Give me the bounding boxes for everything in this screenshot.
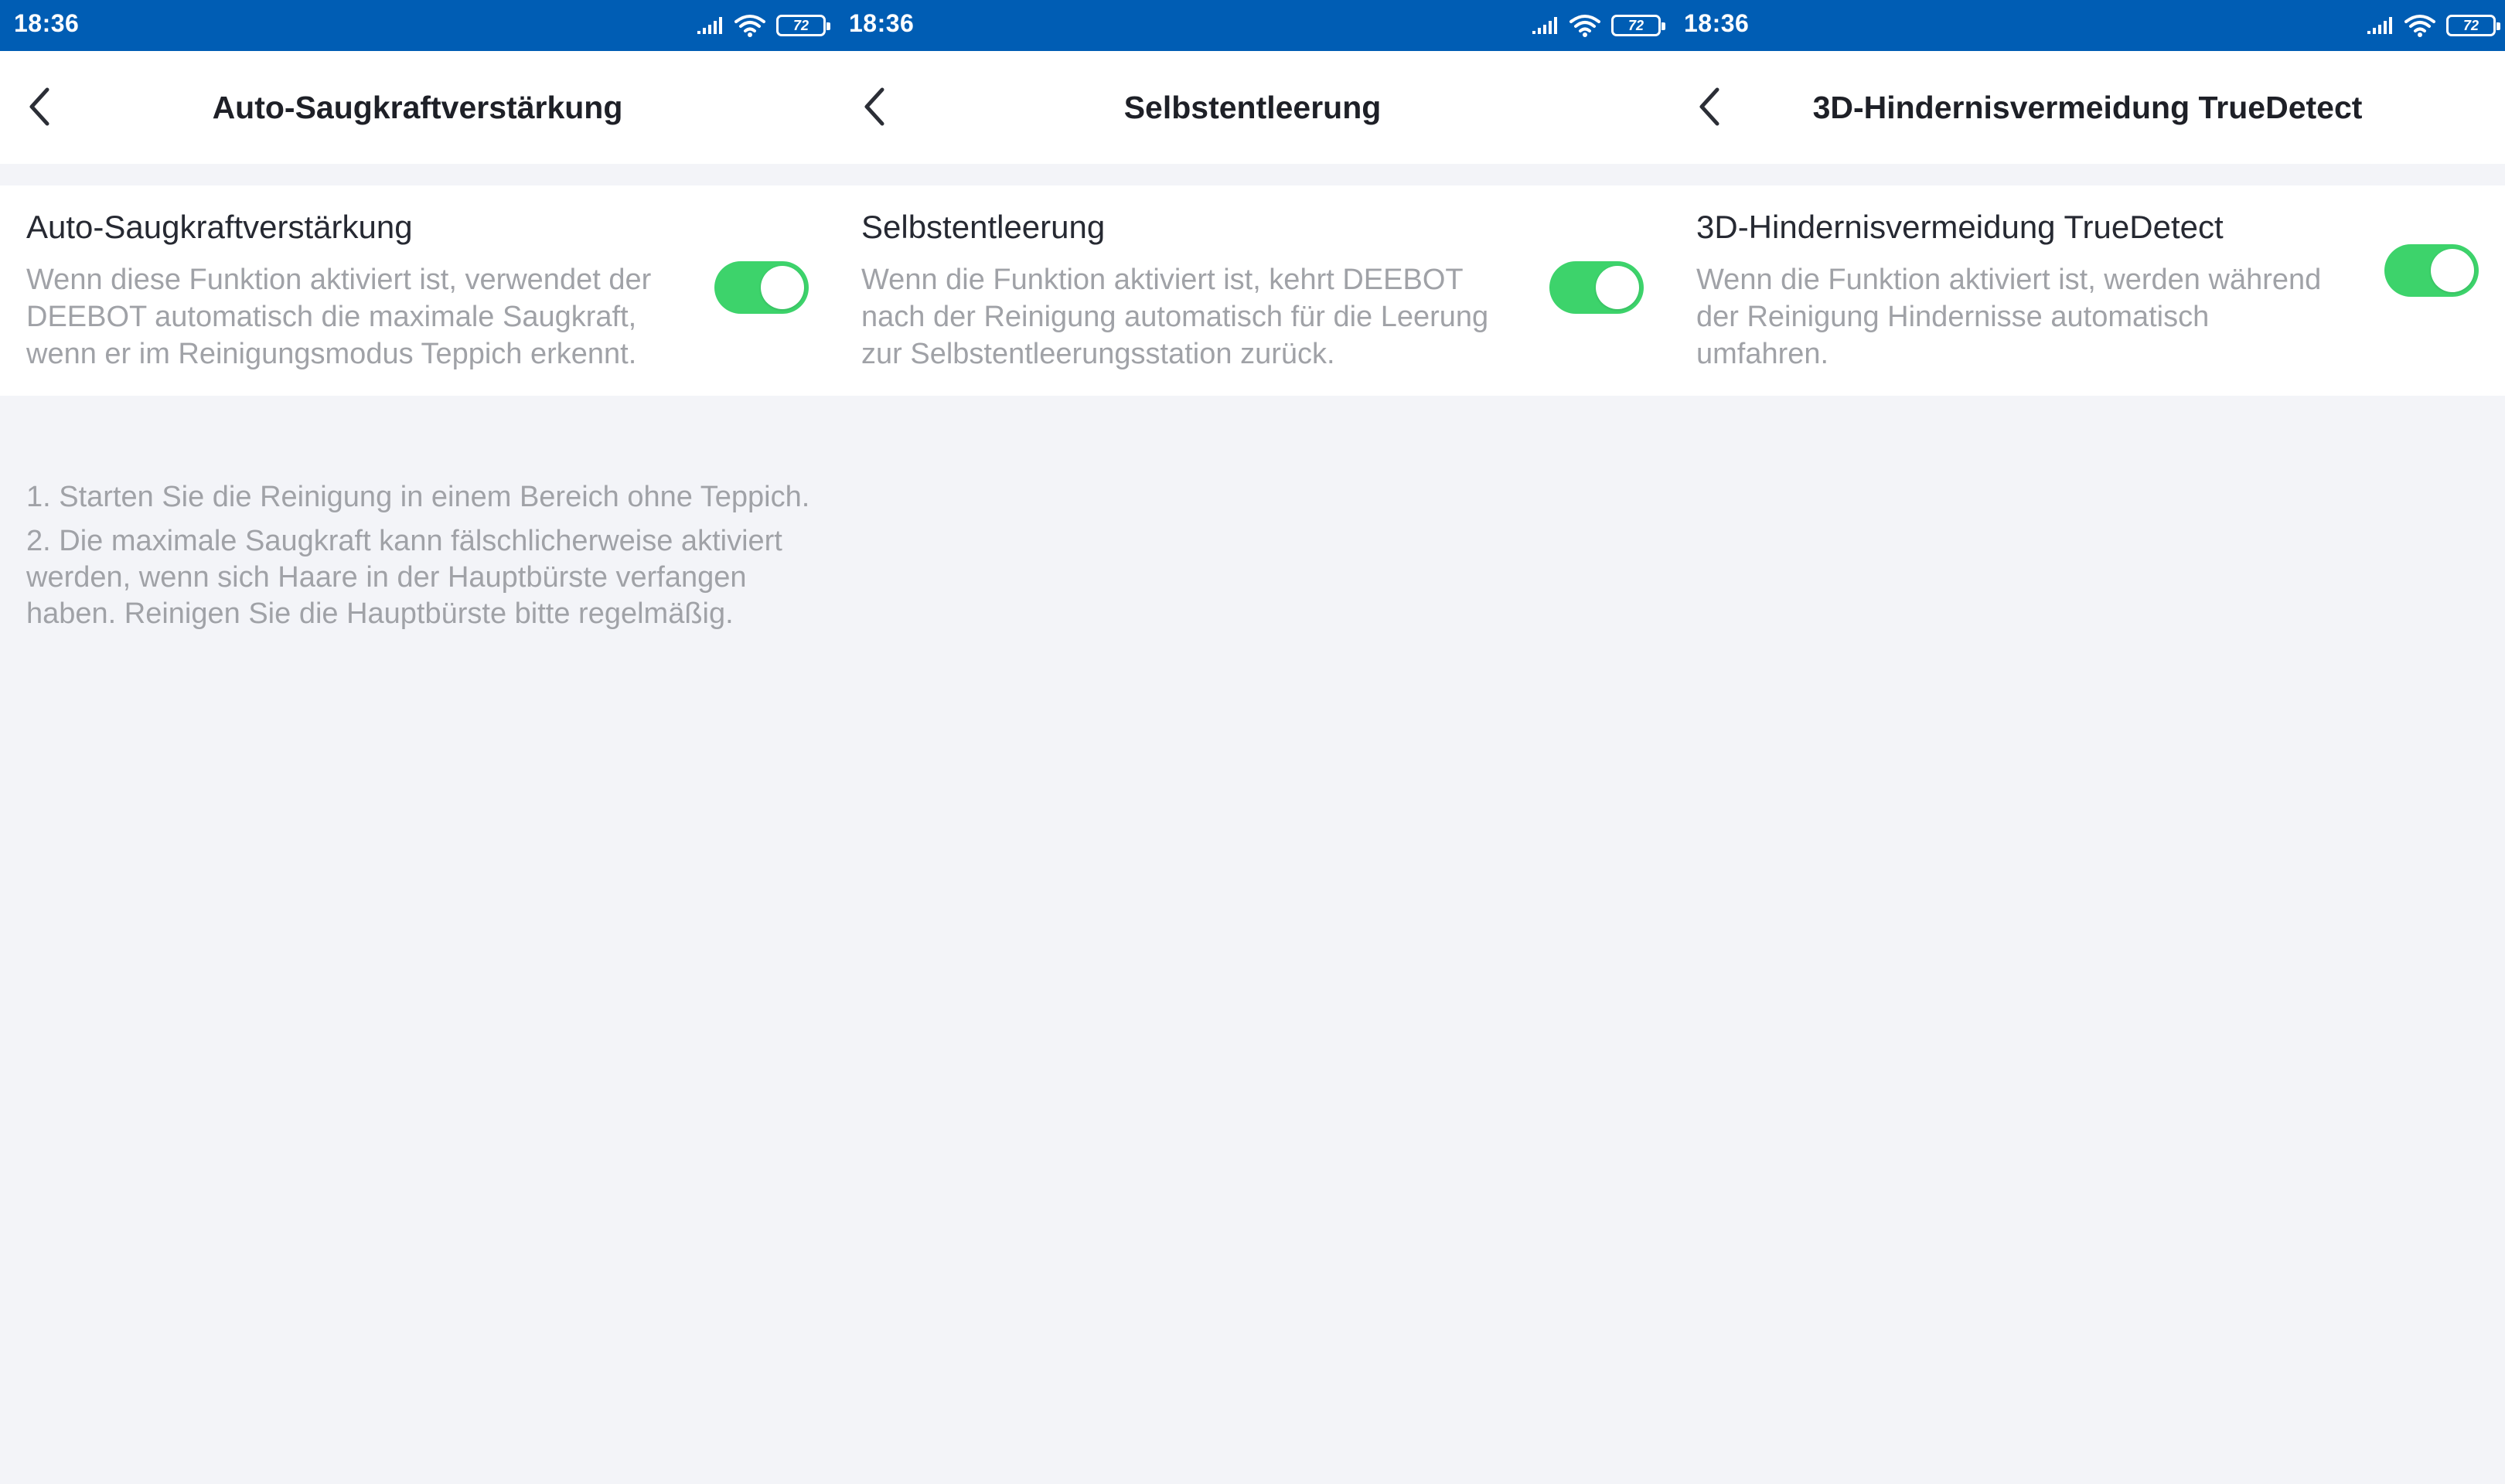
screens-container: 18:36 72 Auto-Saugkraftverstärkung Auto-… [0, 0, 2505, 1484]
battery-icon: 72 [1611, 15, 1665, 36]
app-header: 3D-Hindernisvermeidung TrueDetect [1670, 51, 2505, 164]
screen-obstacle-avoidance: 18:36 72 3D-Hindernisvermeidung TrueDete… [1670, 0, 2505, 1484]
status-bar: 18:36 72 [835, 0, 1670, 51]
toggle-knob [761, 266, 804, 309]
toggle-knob [2431, 249, 2474, 292]
chevron-left-icon [1699, 87, 1719, 126]
status-time: 18:36 [849, 9, 915, 37]
setting-row: Wenn die Funktion aktiviert ist, kehrt D… [861, 261, 1644, 373]
page-title: 3D-Hindernisvermeidung TrueDetect [1812, 89, 2363, 125]
status-time: 18:36 [1684, 9, 1750, 37]
battery-icon: 72 [776, 15, 830, 36]
setting-description: Wenn die Funktion aktiviert ist, kehrt D… [861, 264, 1489, 370]
battery-level: 72 [2462, 17, 2479, 33]
battery-icon: 72 [2446, 15, 2500, 36]
app-header: Selbstentleerung [835, 51, 1670, 164]
back-button[interactable] [1687, 85, 1730, 128]
page-title: Auto-Saugkraftverstärkung [212, 89, 623, 125]
chevron-left-icon [29, 87, 49, 126]
feature-toggle[interactable] [1549, 261, 1644, 314]
setting-card: 3D-Hindernisvermeidung TrueDetect Wenn d… [1670, 186, 2505, 396]
battery-level: 72 [792, 17, 809, 33]
setting-card: Auto-Saugkraftverstärkung Wenn diese Fun… [0, 186, 835, 396]
status-bar: 18:36 72 [1670, 0, 2505, 51]
setting-title: Auto-Saugkraftverstärkung [26, 209, 413, 245]
signal-icon [2367, 17, 2392, 34]
setting-title: 3D-Hindernisvermeidung TrueDetect [1696, 209, 2224, 245]
chevron-left-icon [864, 87, 884, 126]
back-button[interactable] [17, 85, 60, 128]
screen-auto-suction: 18:36 72 Auto-Saugkraftverstärkung Auto-… [0, 0, 835, 1484]
setting-card: Selbstentleerung Wenn die Funktion aktiv… [835, 186, 1670, 396]
setting-row: Wenn die Funktion aktiviert ist, werden … [1696, 244, 2479, 373]
page-title: Selbstentleerung [1123, 89, 1382, 125]
note-item: 1. Starten Sie die Reinigung in einem Be… [26, 481, 810, 513]
status-bar: 18:36 72 [0, 0, 835, 51]
app-header: Auto-Saugkraftverstärkung [0, 51, 835, 164]
feature-toggle[interactable] [714, 261, 809, 314]
wifi-icon [2404, 15, 2435, 37]
setting-description: Wenn diese Funktion aktiviert ist, verwe… [26, 264, 652, 370]
notes-list: 1. Starten Sie die Reinigung in einem Be… [26, 479, 815, 640]
status-icons: 72 [1532, 11, 1665, 40]
wifi-icon [734, 15, 765, 37]
toggle-knob [1596, 266, 1639, 309]
signal-icon [697, 17, 722, 34]
feature-toggle[interactable] [2384, 244, 2479, 297]
setting-title: Selbstentleerung [861, 209, 1106, 245]
status-icons: 72 [2367, 11, 2500, 40]
screen-self-empty: 18:36 72 Selbstentleerung Selbstentleeru… [835, 0, 1670, 1484]
setting-row: Wenn diese Funktion aktiviert ist, verwe… [26, 261, 809, 373]
back-button[interactable] [852, 85, 895, 128]
status-icons: 72 [697, 11, 830, 40]
setting-description: Wenn die Funktion aktiviert ist, werden … [1696, 264, 2322, 370]
battery-level: 72 [1627, 17, 1644, 33]
signal-icon [1532, 17, 1557, 34]
wifi-icon [1569, 15, 1600, 37]
status-time: 18:36 [14, 9, 80, 37]
note-item: 2. Die maximale Saugkraft kann fälschlic… [26, 525, 782, 630]
